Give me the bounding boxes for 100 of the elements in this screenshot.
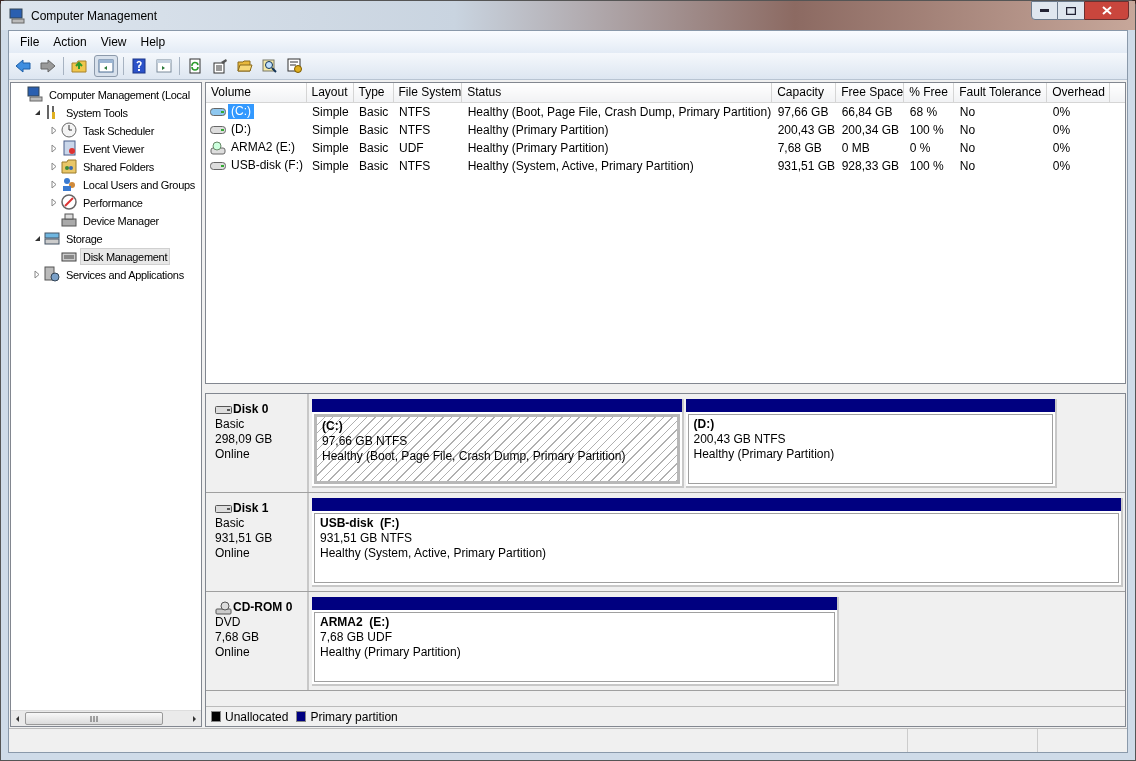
disk-type: DVD	[215, 615, 242, 630]
drive-label[interactable]: ARMA2 (E:)	[228, 140, 298, 155]
refresh-icon[interactable]	[187, 58, 203, 74]
column-header[interactable]: % Free	[903, 83, 954, 102]
search-icon[interactable]	[262, 58, 278, 74]
table-cell-text: Basic	[358, 158, 389, 173]
tree-item[interactable]: Device Manager	[80, 211, 162, 229]
tree-item[interactable]: Disk Management	[80, 247, 171, 265]
partition-status: Healthy (Primary Partition)	[693, 447, 835, 462]
tree-item[interactable]: Storage	[63, 229, 106, 247]
tree-item[interactable]: System Tools	[63, 103, 131, 121]
partition[interactable]: (C:) 97,66 GB NTFS Healthy (Boot, Page File, Crash Dump, Primary Partition)	[312, 399, 684, 488]
tree-item[interactable]: Local Users and Groups	[80, 175, 198, 193]
menu-item[interactable]: File	[13, 31, 47, 53]
table-cell-text: Healthy (System, Active, Primary Partition)	[466, 158, 694, 173]
disk-status: Online	[215, 447, 251, 462]
table-cell-text: Healthy (Primary Partition)	[466, 140, 609, 155]
disk-status: Online	[215, 546, 251, 561]
open-folder-icon[interactable]	[237, 58, 253, 74]
minimize-button[interactable]	[1031, 1, 1058, 20]
tree-item[interactable]: Shared Folders	[80, 157, 157, 175]
table-cell-text: Simple	[311, 158, 349, 173]
horizontal-scrollbar[interactable]	[11, 710, 201, 726]
drive-label[interactable]: (D:)	[228, 122, 254, 137]
table-cell-text: NTFS	[398, 104, 431, 119]
partition-size: 97,66 GB NTFS	[322, 434, 408, 449]
forward-arrow-icon[interactable]	[40, 58, 56, 74]
table-cell-text: 928,33 GB	[840, 158, 900, 173]
table-cell-text: Basic	[358, 140, 389, 155]
table-cell-text: 0 %	[908, 140, 931, 155]
table-cell-text: 100 %	[908, 122, 944, 137]
storage-icon	[44, 230, 60, 246]
maximize-icon	[1066, 6, 1076, 15]
disk-type: Basic	[215, 516, 246, 531]
help-icon[interactable]	[131, 58, 147, 74]
scrollbar-thumb[interactable]	[25, 712, 163, 725]
table-cell-text: 68 %	[908, 104, 938, 119]
close-button[interactable]	[1084, 1, 1129, 20]
table-cell-text: No	[958, 122, 976, 137]
device-icon	[61, 212, 77, 228]
column-header[interactable]: File System	[393, 83, 462, 102]
disk-size: 931,51 GB	[215, 531, 274, 546]
column-header[interactable]: Fault Tolerance	[953, 83, 1047, 102]
minimize-icon	[1040, 8, 1049, 13]
tree-item[interactable]: Task Scheduler	[80, 121, 157, 139]
window-title: Computer Management	[31, 7, 158, 25]
collapsed-arrow-icon[interactable]	[51, 179, 57, 189]
table-cell-text: 0%	[1051, 140, 1071, 155]
menu-item[interactable]: View	[93, 31, 134, 53]
column-header[interactable]: Capacity	[771, 83, 836, 102]
partition[interactable]: (D:) 200,43 GB NTFS Healthy (Primary Partition)	[685, 399, 1057, 488]
back-arrow-icon[interactable]	[15, 58, 31, 74]
partition-name: (D:)	[693, 417, 715, 432]
disk-type: Basic	[215, 417, 246, 432]
table-cell-text: 7,68 GB	[776, 140, 822, 155]
collapsed-arrow-icon[interactable]	[51, 125, 57, 135]
table-cell-text: No	[958, 104, 976, 119]
collapsed-arrow-icon[interactable]	[51, 161, 57, 171]
column-header[interactable]: Overhead	[1046, 83, 1110, 102]
partition[interactable]: ARMA2 (E:) 7,68 GB UDF Healthy (Primary Partition)	[312, 597, 839, 686]
partition-size: 931,51 GB NTFS	[320, 531, 413, 546]
partition-status: Healthy (System, Active, Primary Partition)	[320, 546, 547, 561]
partition-name: ARMA2 (E:)	[320, 615, 390, 630]
maximize-button[interactable]	[1058, 1, 1084, 20]
table-cell-text: NTFS	[398, 122, 431, 137]
column-header[interactable]: Status	[461, 83, 772, 102]
column-header[interactable]: Free Space	[835, 83, 904, 102]
properties-icon[interactable]	[212, 58, 228, 74]
collapsed-arrow-icon[interactable]	[34, 269, 40, 279]
table-cell-text: 0 MB	[840, 140, 870, 155]
tree-item[interactable]: Services and Applications	[63, 265, 187, 283]
tree-item[interactable]: Performance	[80, 193, 146, 211]
column-header[interactable]: Layout	[306, 83, 353, 102]
action-pane-icon[interactable]	[156, 58, 172, 74]
expanded-arrow-icon[interactable]	[33, 234, 41, 242]
computer-icon	[27, 86, 43, 102]
computer-icon	[9, 7, 25, 24]
drive-icon	[210, 160, 226, 171]
column-header[interactable]: Volume	[206, 83, 306, 102]
users-icon	[61, 176, 77, 192]
tree-item[interactable]: Computer Management (Local	[46, 85, 193, 103]
expanded-arrow-icon[interactable]	[33, 108, 41, 116]
menu-item[interactable]: Action	[46, 31, 94, 53]
table-cell-text: 200,34 GB	[840, 122, 900, 137]
close-icon	[1101, 6, 1112, 15]
collapsed-arrow-icon[interactable]	[51, 197, 57, 207]
table-cell-text: NTFS	[398, 158, 431, 173]
table-cell-text: 0%	[1051, 104, 1071, 119]
partition[interactable]: USB-disk (F:) 931,51 GB NTFS Healthy (System, Active, Primary Partition)	[312, 498, 1123, 587]
drive-label[interactable]: USB-disk (F:)	[228, 158, 306, 173]
table-cell-text: Simple	[311, 140, 349, 155]
disk-status: Online	[215, 645, 251, 660]
panel-toggle-icon[interactable]	[98, 58, 114, 74]
column-header[interactable]: Type	[353, 83, 393, 102]
table-cell-text: 97,66 GB	[776, 104, 829, 119]
tree-item[interactable]: Event Viewer	[80, 139, 147, 157]
menu-item[interactable]: Help	[133, 31, 173, 53]
table-cell-text: Simple	[311, 104, 349, 119]
collapsed-arrow-icon[interactable]	[51, 143, 57, 153]
folder-up-icon[interactable]	[71, 58, 87, 74]
